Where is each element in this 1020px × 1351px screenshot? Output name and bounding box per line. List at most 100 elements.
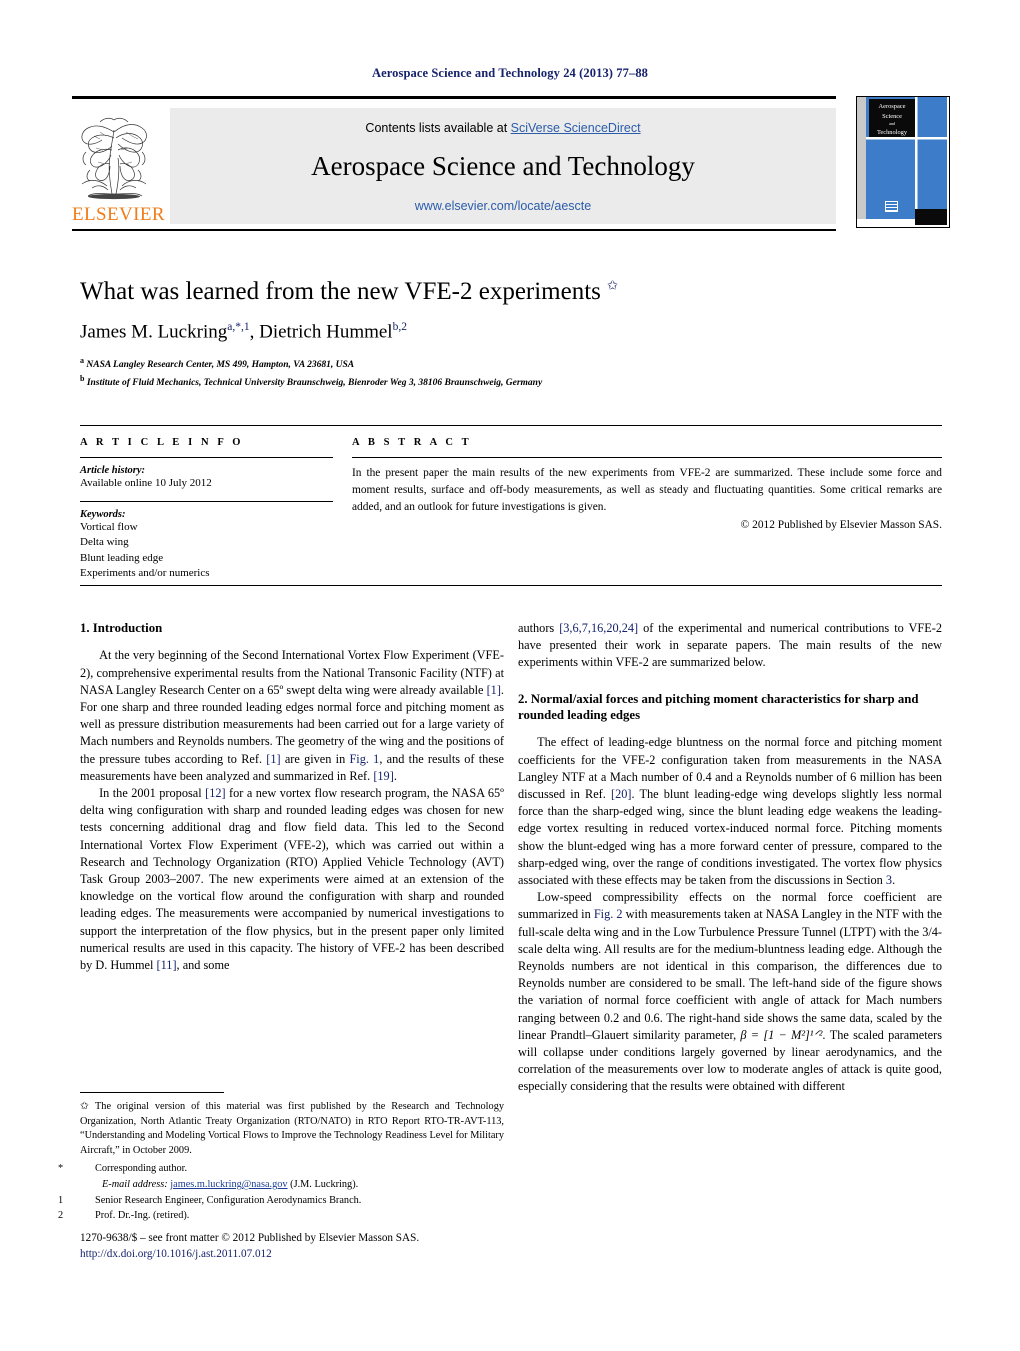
footnote-2-text: Prof. Dr.-Ing. (retired). xyxy=(95,1210,190,1222)
contents-list-line: Contents lists available at SciVerse Sci… xyxy=(170,121,836,135)
figure-ref[interactable]: Fig. 1 xyxy=(349,752,379,766)
para-text: . The blunt leading-edge wing develops s… xyxy=(518,786,942,887)
svg-text:Technology: Technology xyxy=(877,129,908,136)
paragraph-intro-2: In the 2001 proposal [12] for a new vort… xyxy=(80,785,504,974)
keyword-item: Blunt leading edge xyxy=(80,551,164,564)
article-info-rule-2 xyxy=(80,500,333,502)
masthead-bottom-rule xyxy=(72,229,836,231)
section-heading-forces: 2. Normal/axial forces and pitching mome… xyxy=(518,691,919,722)
title-footnote-marker[interactable]: ✩ xyxy=(607,278,618,293)
footer-issn-block: 1270-9638/$ – see front matter © 2012 Pu… xyxy=(80,1230,580,1262)
para-text: authors xyxy=(518,621,560,635)
info-section-bottom-rule xyxy=(80,585,942,586)
author-list: James M. Luckringa,*,1, Dietrich Hummelb… xyxy=(80,321,940,343)
paragraph-forces-1: The effect of leading-edge bluntness on … xyxy=(518,734,942,889)
article-title-block: What was learned from the new VFE-2 expe… xyxy=(80,278,940,391)
para-text: are given in xyxy=(280,751,350,766)
abstract-column: A B S T R A C T In the present paper the… xyxy=(352,437,942,531)
citation-ref[interactable]: [19] xyxy=(373,769,394,783)
section-heading-introduction: 1. Introduction xyxy=(80,621,163,635)
affiliation-b-mark: b xyxy=(80,373,85,383)
affiliation-list: a NASA Langley Research Center, MS 499, … xyxy=(80,355,940,391)
journal-article-page: Aerospace Science and Technology 24 (201… xyxy=(0,0,1020,1351)
para-text: At the very beginning of the Second Inte… xyxy=(80,648,504,697)
para-text: for a new vortex flow research program, … xyxy=(80,786,504,973)
citation-ref[interactable]: [3,6,7,16,20,24] xyxy=(559,621,638,635)
affiliation-a-text: NASA Langley Research Center, MS 499, Ha… xyxy=(86,360,355,371)
page-title: What was learned from the new VFE-2 expe… xyxy=(80,278,940,307)
footnote-corresponding: * Corresponding author. xyxy=(58,1162,504,1177)
footnote-corresponding-text: Corresponding author. xyxy=(95,1163,188,1175)
citation-ref[interactable]: [11] xyxy=(157,958,177,972)
abstract-rule xyxy=(352,457,942,458)
doi-link[interactable]: http://dx.doi.org/10.1016/j.ast.2011.07.… xyxy=(80,1246,580,1262)
article-history-label: Article history: xyxy=(80,465,146,476)
svg-text:and: and xyxy=(889,121,895,126)
footnote-star-marker: ✩ xyxy=(80,1101,89,1112)
footnote-2-marker: 2 xyxy=(58,1210,64,1222)
running-head: Aerospace Science and Technology 24 (201… xyxy=(371,66,649,80)
paragraph-intro-1: At the very beginning of the Second Inte… xyxy=(80,647,504,785)
journal-title: Aerospace Science and Technology xyxy=(311,151,695,181)
keyword-item: Delta wing xyxy=(80,536,129,549)
citation-ref[interactable]: [1] xyxy=(266,752,280,766)
issn-line: 1270-9638/$ – see front matter © 2012 Pu… xyxy=(80,1232,420,1244)
keywords-label: Keywords: xyxy=(80,508,126,520)
body-column-left: 1. Introduction At the very beginning of… xyxy=(80,620,504,974)
footnote-block: ✩ The original version of this material w… xyxy=(58,1092,504,1225)
footnote-email: E-mail address: james.m.luckring@nasa.go… xyxy=(80,1178,504,1193)
abstract-copyright: © 2012 Published by Elsevier Masson SAS. xyxy=(740,519,942,532)
abstract-text: In the present paper the main results of… xyxy=(352,467,942,514)
footnote-note-2: 2 Prof. Dr.-Ing. (retired). xyxy=(58,1209,504,1224)
article-history-value: Available online 10 July 2012 xyxy=(80,477,212,489)
article-info-column: A R T I C L E I N F O Article history: A… xyxy=(80,437,333,582)
keyword-item: Experiments and/or numerics xyxy=(80,567,210,580)
para-text: . xyxy=(892,872,896,887)
para-text: . xyxy=(393,768,397,783)
paragraph-intro-3: authors [3,6,7,16,20,24] of the experime… xyxy=(518,620,942,672)
footnote-1-marker: 1 xyxy=(58,1194,64,1206)
journal-homepage-link[interactable]: www.elsevier.com/locate/aescte xyxy=(170,199,836,213)
para-text: with measurements taken at NASA Langley … xyxy=(518,907,943,1042)
svg-text:Science: Science xyxy=(882,113,902,120)
article-info-heading: A R T I C L E I N F O xyxy=(80,437,244,448)
footnote-star: ✩ The original version of this material w… xyxy=(80,1100,504,1158)
author-1-marks[interactable]: a,*,1 xyxy=(227,321,249,333)
footnote-note-1: 1 Senior Research Engineer, Configuration… xyxy=(58,1194,504,1209)
elsevier-tree-icon xyxy=(74,108,154,201)
email-owner: (J.M. Luckring). xyxy=(290,1179,359,1191)
svg-text:Aerospace: Aerospace xyxy=(879,103,906,110)
author-2-marks[interactable]: b,2 xyxy=(393,321,407,333)
elsevier-logo: ELSEVIER xyxy=(72,108,165,225)
keywords-list: Vortical flow Delta wing Blunt leading e… xyxy=(80,520,333,582)
contents-list-prefix: Contents lists available at xyxy=(365,121,511,135)
body-column-right: authors [3,6,7,16,20,24] of the experime… xyxy=(518,620,942,1096)
author-email-link[interactable]: james.m.luckring@nasa.gov xyxy=(170,1179,287,1190)
article-info-rule-1 xyxy=(80,457,333,458)
sciencedirect-link[interactable]: SciVerse ScienceDirect xyxy=(511,121,641,135)
abstract-heading: A B S T R A C T xyxy=(352,437,472,448)
journal-masthead: ELSEVIER Contents lists available at Sci… xyxy=(72,96,950,232)
citation-ref[interactable]: [1] xyxy=(487,683,501,697)
elsevier-wordmark: ELSEVIER xyxy=(72,204,165,225)
para-text: In the 2001 proposal xyxy=(99,786,206,800)
author-name-2: Dietrich Hummel xyxy=(259,321,393,343)
citation-ref[interactable]: [12] xyxy=(205,786,226,800)
info-section-top-rule xyxy=(80,425,942,426)
masthead-top-rule xyxy=(72,96,836,99)
author-name-1: James M. Luckring xyxy=(80,321,228,343)
affiliation-a-mark: a xyxy=(80,356,84,366)
figure-ref[interactable]: Fig. 2 xyxy=(594,907,623,921)
inline-formula: β = [1 − M²]¹ᐟ² xyxy=(740,1027,823,1042)
footnote-1-text: Senior Research Engineer, Configuration … xyxy=(95,1194,362,1206)
email-address-label: E-mail address: xyxy=(102,1179,168,1191)
para-text: , and some xyxy=(176,958,230,973)
keyword-item: Vortical flow xyxy=(80,520,138,533)
paper-title-text: What was learned from the new VFE-2 expe… xyxy=(80,278,601,305)
footnote-star-text: The original version of this material wa… xyxy=(80,1101,504,1156)
journal-banner: Contents lists available at SciVerse Sci… xyxy=(170,108,836,224)
citation-ref[interactable]: [20] xyxy=(611,787,632,801)
author-separator: , xyxy=(249,321,260,343)
affiliation-b-text: Institute of Fluid Mechanics, Technical … xyxy=(86,378,543,389)
footnote-separator-rule xyxy=(80,1092,224,1093)
